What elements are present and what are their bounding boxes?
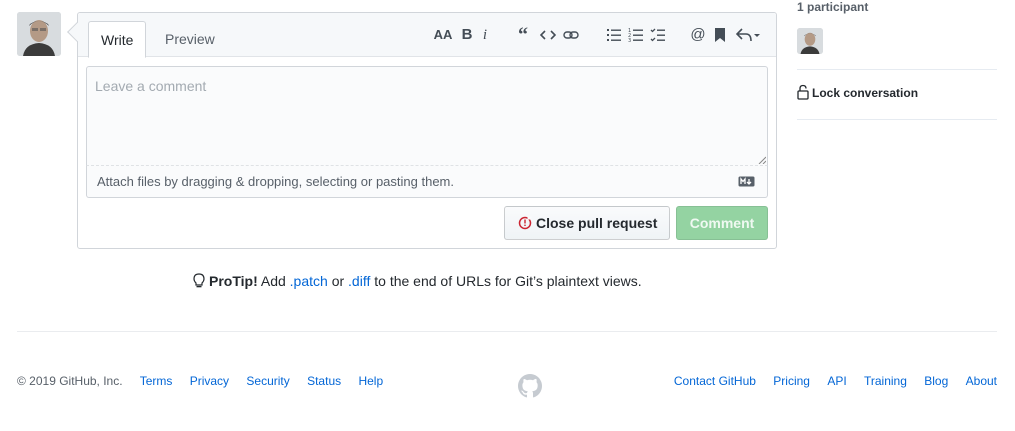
footer-link-terms[interactable]: Terms: [140, 374, 173, 388]
footer-divider: [17, 331, 997, 332]
footer-link-api[interactable]: API: [827, 374, 846, 388]
textarea-placeholder: Leave a comment: [95, 78, 207, 94]
tab-write[interactable]: Write: [88, 21, 147, 58]
markdown-icon[interactable]: [738, 176, 755, 187]
footer-link-security[interactable]: Security: [246, 374, 289, 388]
reply-icon[interactable]: [734, 23, 762, 47]
link-icon[interactable]: [561, 23, 581, 47]
copyright: © 2019 GitHub, Inc.: [17, 374, 123, 388]
issue-closed-icon: [518, 216, 532, 230]
italic-icon[interactable]: i: [475, 23, 495, 47]
lock-conversation-link[interactable]: Lock conversation: [797, 84, 918, 100]
ordered-list-icon[interactable]: 123: [626, 23, 646, 47]
participant-avatar[interactable]: [797, 28, 823, 54]
lock-conversation-label: Lock conversation: [812, 86, 919, 100]
code-icon[interactable]: [538, 23, 558, 47]
participants-title: 1 participant: [797, 0, 869, 14]
comment-button[interactable]: Comment: [676, 206, 768, 240]
github-logo-icon[interactable]: [518, 374, 542, 398]
attach-files-bar[interactable]: Attach files by dragging & dropping, sel…: [86, 166, 768, 198]
bold-icon[interactable]: B: [457, 23, 477, 47]
light-bulb-icon: [193, 273, 205, 288]
sidebar-divider: [797, 119, 997, 120]
footer-link-help[interactable]: Help: [358, 374, 383, 388]
patch-link[interactable]: .patch: [290, 273, 328, 289]
attach-files-text: Attach files by dragging & dropping, sel…: [97, 174, 454, 189]
participant-avatar-image: [797, 28, 823, 54]
footer-link-blog[interactable]: Blog: [924, 374, 948, 388]
mention-icon[interactable]: @: [688, 23, 708, 47]
composer-tabbar: Write Preview AA B i “ 123 @: [78, 13, 776, 58]
footer-right: Contact GitHub Pricing API Training Blog…: [660, 374, 997, 388]
footer-link-about[interactable]: About: [966, 374, 997, 388]
protip-text-add: Add: [257, 273, 290, 289]
protip-text-rest: to the end of URLs for Git’s plaintext v…: [370, 273, 642, 289]
sidebar-divider: [797, 69, 997, 70]
comment-textarea[interactable]: Leave a comment: [86, 66, 768, 166]
footer-link-status[interactable]: Status: [307, 374, 341, 388]
lock-icon: [797, 84, 809, 100]
tab-preview[interactable]: Preview: [153, 21, 227, 58]
footer-link-training[interactable]: Training: [864, 374, 907, 388]
close-pull-request-button[interactable]: Close pull request: [504, 206, 670, 240]
diff-link[interactable]: .diff: [348, 273, 370, 289]
resize-grip-icon[interactable]: [758, 156, 766, 164]
protip: ProTip! Add .patch or .diff to the end o…: [193, 271, 642, 291]
avatar-image: [17, 12, 61, 56]
unordered-list-icon[interactable]: [604, 23, 624, 47]
text-size-icon[interactable]: AA: [433, 23, 453, 47]
footer-link-pricing[interactable]: Pricing: [773, 374, 810, 388]
protip-label: ProTip!: [209, 273, 258, 289]
close-pull-request-label: Close pull request: [536, 215, 658, 231]
footer-link-privacy[interactable]: Privacy: [190, 374, 229, 388]
comment-composer: Write Preview AA B i “ 123 @ Leave a com…: [67, 12, 777, 249]
footer-left: © 2019 GitHub, Inc. Terms Privacy Securi…: [17, 374, 397, 388]
svg-text:3: 3: [628, 38, 631, 43]
quote-icon[interactable]: “: [513, 23, 533, 47]
saved-reply-icon[interactable]: [710, 23, 730, 47]
protip-text-or: or: [327, 273, 349, 289]
footer-link-contact[interactable]: Contact GitHub: [674, 374, 756, 388]
user-avatar[interactable]: [17, 12, 61, 56]
task-list-icon[interactable]: [648, 23, 668, 47]
